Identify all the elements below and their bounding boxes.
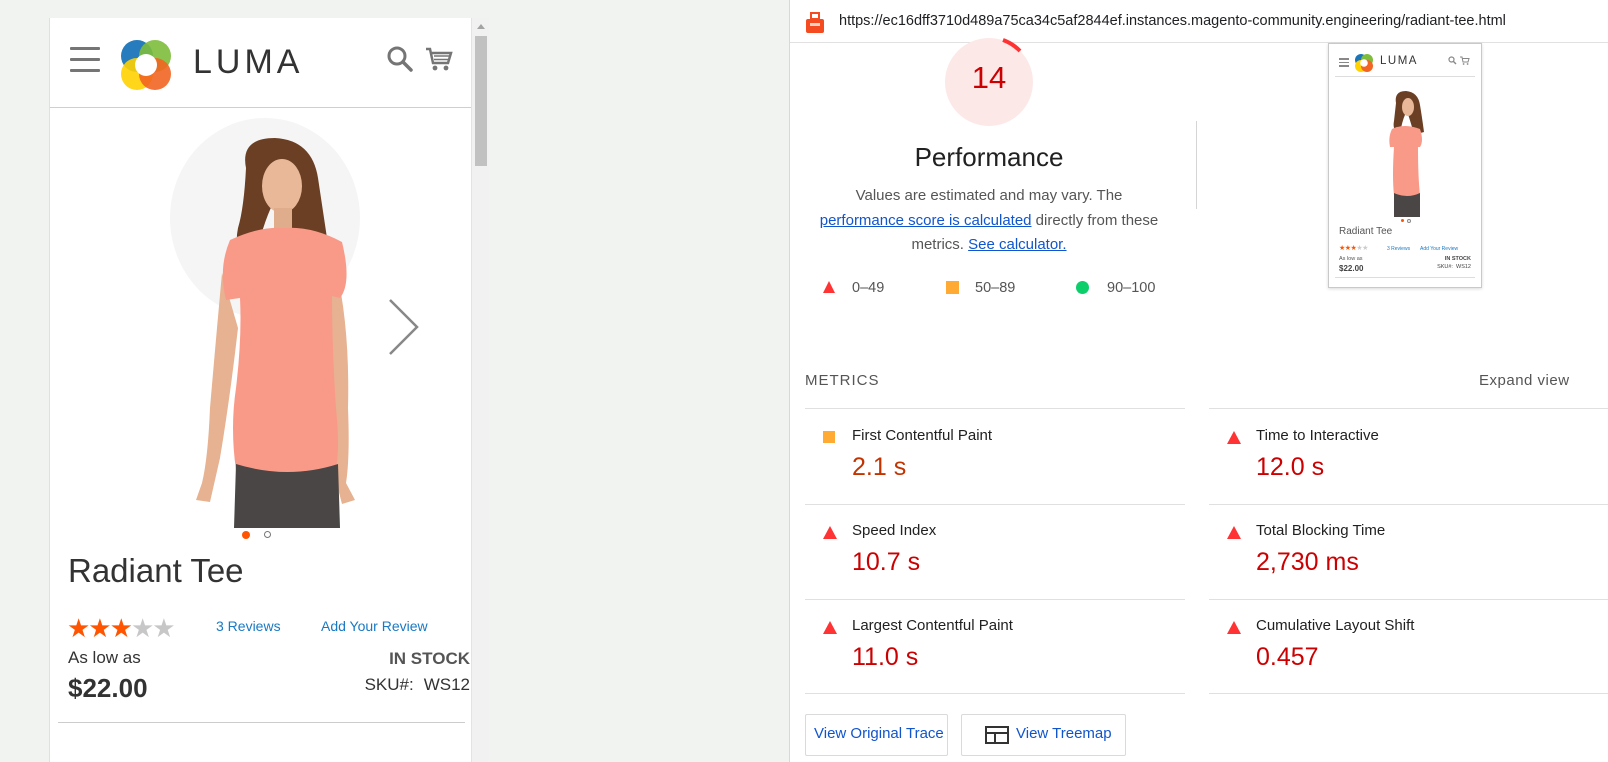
view-treemap-label: View Treemap	[1016, 725, 1112, 742]
thumb-footer-line	[1335, 277, 1475, 278]
report-url-bar: https://ec16dff3710d489a75ca34c5af2844ef…	[790, 0, 1608, 43]
thumb-as-low-as: As low as	[1339, 256, 1363, 262]
metric-label: Total Blocking Time	[1256, 522, 1386, 539]
metric-cls: Cumulative Layout Shift 0.457	[1209, 599, 1569, 694]
metric-label: First Contentful Paint	[852, 427, 993, 444]
menu-icon[interactable]	[70, 47, 100, 73]
legend-fail-range: 0–49	[852, 280, 885, 296]
site-header: LUMA	[50, 18, 471, 108]
stock-status: IN STOCK	[389, 649, 470, 668]
metrics-title: METRICS	[805, 372, 880, 389]
thumb-stars: ★★★★★	[1339, 245, 1368, 252]
fail-triangle-icon	[1227, 431, 1241, 444]
see-calculator-link[interactable]: See calculator.	[968, 236, 1066, 253]
as-low-as-label: As low as	[68, 648, 141, 667]
search-icon[interactable]	[386, 45, 414, 73]
sku-value: WS12	[423, 675, 470, 694]
performance-description: Values are estimated and may vary. The p…	[812, 184, 1166, 258]
next-image-arrow-icon[interactable]	[387, 298, 421, 356]
thumb-logo-text: LUMA	[1380, 55, 1418, 67]
thumb-menu-icon	[1339, 58, 1349, 67]
gallery-dot-2[interactable]	[264, 531, 271, 538]
thumb-search-icon	[1448, 56, 1457, 65]
metric-label: Largest Contentful Paint	[852, 617, 1013, 634]
thumb-header-line	[1335, 76, 1475, 77]
fail-triangle-icon	[1227, 526, 1241, 539]
reviews-link[interactable]: 3 Reviews	[216, 618, 281, 634]
mobile-product-page: LUMA Radiant Tee ★★★★★ 3 Reviews Add You…	[49, 18, 489, 762]
report-url: https://ec16dff3710d489a75ca34c5af2844ef…	[839, 13, 1506, 29]
average-square-icon	[946, 281, 959, 294]
thumb-dot-active	[1401, 219, 1404, 222]
expand-view-toggle[interactable]: Expand view	[1479, 372, 1570, 389]
metric-lcp: Largest Contentful Paint 11.0 s	[805, 599, 1165, 694]
legend-fail: 0–49	[822, 280, 884, 296]
view-original-trace-button[interactable]: View Original Trace	[805, 714, 948, 756]
thumb-logo-icon	[1355, 54, 1373, 72]
price: $22.00	[68, 673, 148, 703]
thumb-product-image	[1389, 91, 1424, 217]
thumb-reviews: 3 Reviews	[1387, 246, 1411, 252]
sku-label: SKU#:	[364, 675, 414, 694]
metric-value: 0.457	[1256, 643, 1319, 671]
metric-fcp: First Contentful Paint 2.1 s	[805, 409, 1165, 504]
cart-icon[interactable]	[425, 45, 453, 73]
fail-triangle-icon	[823, 281, 835, 293]
metrics-divider	[805, 693, 1185, 694]
metric-tbt: Total Blocking Time 2,730 ms	[1209, 504, 1569, 599]
thumb-stock: IN STOCK	[1444, 256, 1471, 262]
score-calculated-link[interactable]: performance score is calculated	[820, 212, 1032, 229]
rating-stars: ★★★★★	[67, 613, 176, 643]
category-title: Performance	[914, 142, 1064, 172]
luma-logo-icon[interactable]	[117, 36, 175, 94]
legend-average: 50–89	[946, 280, 1015, 296]
vertical-separator	[1196, 121, 1197, 209]
metric-label: Cumulative Layout Shift	[1256, 617, 1415, 634]
metric-value: 12.0 s	[1256, 453, 1325, 481]
fail-triangle-icon	[823, 621, 837, 634]
thumb-sku: SKU#: WS12	[1437, 264, 1471, 270]
sku: SKU#: WS12	[365, 675, 470, 695]
metric-tti: Time to Interactive 12.0 s	[1209, 409, 1569, 504]
add-review-link[interactable]: Add Your Review	[321, 618, 428, 634]
description-text: Values are estimated and may vary. The	[855, 187, 1123, 204]
metric-value: 10.7 s	[852, 548, 921, 576]
logo-text[interactable]: LUMA	[193, 43, 303, 82]
legend-pass: 90–100	[1076, 280, 1155, 296]
metric-speed-index: Speed Index 10.7 s	[805, 504, 1165, 599]
thumb-dot	[1407, 219, 1411, 223]
gallery-dot-1[interactable]	[242, 531, 250, 539]
fail-triangle-icon	[1227, 621, 1241, 634]
pass-circle-icon	[1076, 281, 1089, 294]
scrollbar[interactable]	[471, 18, 489, 762]
scrollbar-thumb[interactable]	[475, 36, 487, 166]
legend-pass-range: 90–100	[1107, 280, 1156, 296]
metric-value: 2,730 ms	[1256, 548, 1359, 576]
treemap-icon	[985, 726, 1009, 744]
thumb-price: $22.00	[1339, 264, 1364, 273]
average-square-icon	[823, 431, 835, 443]
thumb-title: Radiant Tee	[1339, 226, 1393, 237]
product-title: Radiant Tee	[68, 552, 244, 589]
metric-label: Time to Interactive	[1256, 427, 1379, 444]
final-screenshot-thumbnail[interactable]: LUMA Radiant Tee ★★★★★ 3 Reviews Add You…	[1328, 43, 1482, 288]
metrics-divider	[1209, 693, 1608, 694]
thumb-cart-icon	[1460, 56, 1470, 65]
view-treemap-button[interactable]: View Treemap	[961, 714, 1126, 756]
legend-average-range: 50–89	[975, 280, 1016, 296]
lighthouse-icon	[806, 12, 824, 33]
metric-label: Speed Index	[852, 522, 937, 539]
metric-value: 11.0 s	[852, 643, 919, 671]
divider	[58, 722, 465, 723]
fail-triangle-icon	[823, 526, 837, 539]
metric-value: 2.1 s	[852, 453, 907, 481]
lighthouse-report: https://ec16dff3710d489a75ca34c5af2844ef…	[789, 0, 1608, 762]
view-trace-label: View Original Trace	[814, 725, 944, 742]
performance-score: 14	[971, 60, 1007, 95]
thumb-add-review: Add Your Review	[1420, 246, 1459, 252]
scroll-up-arrow-icon[interactable]	[477, 24, 485, 29]
product-gallery[interactable]	[50, 108, 471, 539]
